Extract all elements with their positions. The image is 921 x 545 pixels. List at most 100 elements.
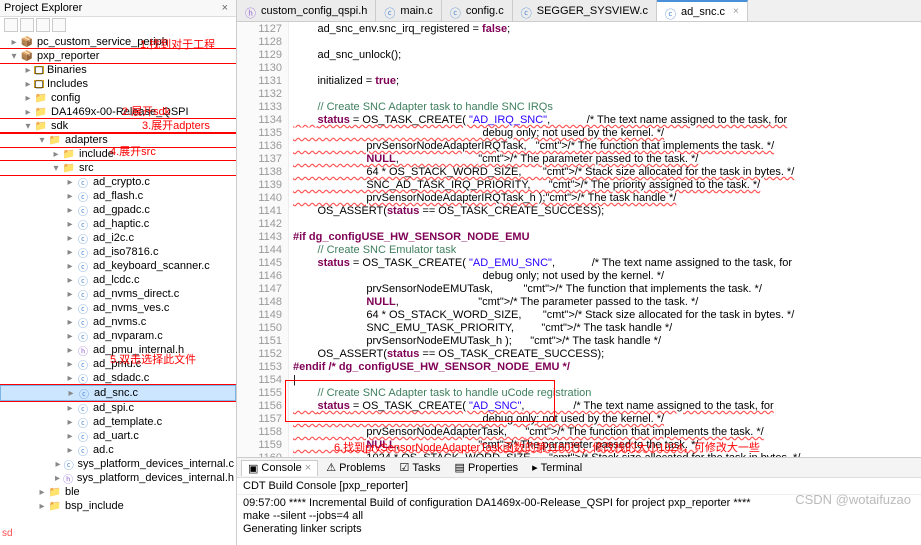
tree-item-ad-c[interactable]: ▸ⓒad.c bbox=[0, 443, 236, 457]
filter-icon[interactable] bbox=[36, 18, 50, 32]
expand-icon[interactable]: ▸ bbox=[22, 65, 34, 76]
code-line-1128[interactable] bbox=[293, 36, 917, 49]
tree-item-ad_uart-c[interactable]: ▸ⓒad_uart.c bbox=[0, 429, 236, 443]
bottom-tab-tasks[interactable]: ☑Tasks bbox=[394, 460, 447, 475]
tree-item-ad_spi-c[interactable]: ▸ⓒad_spi.c bbox=[0, 401, 236, 415]
tree-item-sys_platform_devices_internal-c[interactable]: ▸ⓒsys_platform_devices_internal.c bbox=[0, 457, 236, 471]
code-line-1133[interactable]: // Create SNC Adapter task to handle SNC… bbox=[293, 101, 917, 114]
tree-item-Binaries[interactable]: ▸▢Binaries bbox=[0, 63, 236, 77]
expand-icon[interactable]: ▸ bbox=[64, 205, 76, 216]
code-line-1132[interactable] bbox=[293, 88, 917, 101]
code-editor[interactable]: 1127112811291130113111321133113411351136… bbox=[237, 22, 921, 457]
tree-item-ad_gpadc-c[interactable]: ▸ⓒad_gpadc.c bbox=[0, 203, 236, 217]
link-icon[interactable] bbox=[20, 18, 34, 32]
code-line-1129[interactable]: ad_snc_unlock(); bbox=[293, 49, 917, 62]
tree-item-ad_flash-c[interactable]: ▸ⓒad_flash.c bbox=[0, 189, 236, 203]
tree-item-Includes[interactable]: ▸▢Includes bbox=[0, 77, 236, 91]
code-line-1150[interactable]: SNC_EMU_TASK_PRIORITY, "cmt">/* The task… bbox=[293, 322, 917, 335]
expand-icon[interactable]: ▸ bbox=[64, 373, 76, 384]
tree-item-ad_haptic-c[interactable]: ▸ⓒad_haptic.c bbox=[0, 217, 236, 231]
bottom-tab-terminal[interactable]: ▸Terminal bbox=[526, 460, 588, 475]
code-line-1152[interactable]: OS_ASSERT(status == OS_TASK_CREATE_SUCCE… bbox=[293, 348, 917, 361]
code-line-1140[interactable]: prvSensorNodeAdapterIRQTask_h );"cmt">/*… bbox=[293, 192, 917, 205]
tree-item-ad_keyboard_scanner-c[interactable]: ▸ⓒad_keyboard_scanner.c bbox=[0, 259, 236, 273]
tree-item-ad_template-c[interactable]: ▸ⓒad_template.c bbox=[0, 415, 236, 429]
menu-icon[interactable] bbox=[52, 18, 66, 32]
code-line-1158[interactable]: prvSensorNodeAdapterTask, "cmt">/* The f… bbox=[293, 426, 917, 439]
code-line-1127[interactable]: ad_snc_env.snc_irq_registered = false; bbox=[293, 23, 917, 36]
bottom-tab-problems[interactable]: ⚠Problems bbox=[320, 460, 391, 475]
tree-item-ad_i2c-c[interactable]: ▸ⓒad_i2c.c bbox=[0, 231, 236, 245]
expand-icon[interactable]: ▸ bbox=[64, 345, 76, 356]
code-line-1151[interactable]: prvSensorNodeEMUTask_h ); "cmt">/* The t… bbox=[293, 335, 917, 348]
code-line-1147[interactable]: prvSensorNodeEMUTask, "cmt">/* The funct… bbox=[293, 283, 917, 296]
expand-icon[interactable]: ▸ bbox=[64, 191, 76, 202]
tree-item-config[interactable]: ▸📁config bbox=[0, 91, 236, 105]
code-line-1141[interactable]: OS_ASSERT(status == OS_TASK_CREATE_SUCCE… bbox=[293, 205, 917, 218]
tree-item-ad_nvparam-c[interactable]: ▸ⓒad_nvparam.c bbox=[0, 329, 236, 343]
code-line-1145[interactable]: status = OS_TASK_CREATE( "AD_EMU_SNC", /… bbox=[293, 257, 917, 270]
expand-icon[interactable]: ▸ bbox=[50, 149, 62, 160]
expand-icon[interactable]: ▸ bbox=[64, 417, 76, 428]
code-line-1137[interactable]: NULL, "cmt">/* The parameter passed to t… bbox=[293, 153, 917, 166]
expand-icon[interactable]: ▾ bbox=[50, 163, 62, 174]
expand-icon[interactable]: ▸ bbox=[64, 445, 76, 456]
tab-main-c[interactable]: ⓒmain.c bbox=[376, 0, 441, 21]
bottom-tab-properties[interactable]: ▤Properties bbox=[449, 460, 525, 475]
code-line-1136[interactable]: prvSensorNodeAdapterIRQTask, "cmt">/* Th… bbox=[293, 140, 917, 153]
code-line-1139[interactable]: SNC_AD_TASK_IRQ_PRIORITY, "cmt">/* The p… bbox=[293, 179, 917, 192]
tree-item-bsp_include[interactable]: ▸📁bsp_include bbox=[0, 499, 236, 513]
expand-icon[interactable]: ▸ bbox=[64, 403, 76, 414]
bottom-tab-console[interactable]: ▣Console × bbox=[241, 460, 318, 476]
expand-icon[interactable]: ▸ bbox=[64, 177, 76, 188]
code-line-1135[interactable]: debug only; not used by the kernel. */ bbox=[293, 127, 917, 140]
tree-item-ad_nvms_ves-c[interactable]: ▸ⓒad_nvms_ves.c bbox=[0, 301, 236, 315]
expand-icon[interactable]: ▾ bbox=[8, 51, 20, 62]
code-line-1153[interactable]: #endif /* dg_configUSE_HW_SENSOR_NODE_EM… bbox=[293, 361, 917, 374]
code-line-1134[interactable]: status = OS_TASK_CREATE( "AD_IRQ_SNC", /… bbox=[293, 114, 917, 127]
code-line-1142[interactable] bbox=[293, 218, 917, 231]
tree-item-ad_sdadc-c[interactable]: ▸ⓒad_sdadc.c bbox=[0, 371, 236, 385]
tree-item-ad_iso7816-c[interactable]: ▸ⓒad_iso7816.c bbox=[0, 245, 236, 259]
expand-icon[interactable]: ▸ bbox=[64, 247, 76, 258]
code-line-1144[interactable]: // Create SNC Emulator task bbox=[293, 244, 917, 257]
tab-config-c[interactable]: ⓒconfig.c bbox=[442, 0, 513, 21]
expand-icon[interactable]: ▸ bbox=[64, 233, 76, 244]
close-icon[interactable]: × bbox=[218, 2, 232, 14]
code-line-1146[interactable]: debug only; not used by the kernel. */ bbox=[293, 270, 917, 283]
expand-icon[interactable]: ▸ bbox=[64, 331, 76, 342]
bottom-tabs[interactable]: ▣Console ×⚠Problems☑Tasks▤Properties▸Ter… bbox=[237, 458, 921, 478]
tab-SEGGER_SYSVIEW-c[interactable]: ⓒSEGGER_SYSVIEW.c bbox=[513, 0, 657, 21]
code-line-1149[interactable]: 64 * OS_STACK_WORD_SIZE, "cmt">/* Stack … bbox=[293, 309, 917, 322]
expand-icon[interactable]: ▸ bbox=[64, 289, 76, 300]
close-icon[interactable]: × bbox=[733, 6, 739, 17]
expand-icon[interactable]: ▸ bbox=[64, 359, 76, 370]
tree-item-ad_nvms-c[interactable]: ▸ⓒad_nvms.c bbox=[0, 315, 236, 329]
expand-icon[interactable]: ▸ bbox=[64, 303, 76, 314]
project-tree[interactable]: ▸📦pc_custom_service_periph▾📦pxp_reporter… bbox=[0, 33, 236, 545]
expand-icon[interactable]: ▸ bbox=[36, 501, 48, 512]
expand-icon[interactable]: ▾ bbox=[36, 135, 48, 146]
expand-icon[interactable]: ▸ bbox=[53, 459, 63, 470]
expand-icon[interactable]: ▸ bbox=[64, 261, 76, 272]
expand-icon[interactable]: ▸ bbox=[22, 107, 34, 118]
tab-ad_snc-c[interactable]: ⓒad_snc.c× bbox=[657, 0, 748, 21]
code-line-1154[interactable]: | bbox=[293, 374, 917, 387]
tree-item-sys_platform_devices_internal-h[interactable]: ▸ⓗsys_platform_devices_internal.h bbox=[0, 471, 236, 485]
expand-icon[interactable]: ▸ bbox=[22, 93, 34, 104]
expand-icon[interactable]: ▸ bbox=[65, 388, 77, 399]
tree-item-ad_snc-c[interactable]: ▸ⓒad_snc.c bbox=[0, 385, 236, 401]
expand-icon[interactable]: ▸ bbox=[64, 275, 76, 286]
expand-icon[interactable]: ▸ bbox=[53, 473, 63, 484]
tree-item-ble[interactable]: ▸📁ble bbox=[0, 485, 236, 499]
expand-icon[interactable]: ▸ bbox=[64, 219, 76, 230]
expand-icon[interactable]: ▸ bbox=[64, 431, 76, 442]
tree-item-ad_nvms_direct-c[interactable]: ▸ⓒad_nvms_direct.c bbox=[0, 287, 236, 301]
collapse-icon[interactable] bbox=[4, 18, 18, 32]
expand-icon[interactable]: ▸ bbox=[22, 79, 34, 90]
expand-icon[interactable]: ▸ bbox=[8, 37, 20, 48]
tree-item-src[interactable]: ▾📁src bbox=[0, 161, 236, 175]
code-area[interactable]: ad_snc_env.snc_irq_registered = false; a… bbox=[289, 22, 921, 457]
code-line-1143[interactable]: #if dg_configUSE_HW_SENSOR_NODE_EMU bbox=[293, 231, 917, 244]
code-line-1157[interactable]: debug only; not used by the kernel. */ bbox=[293, 413, 917, 426]
